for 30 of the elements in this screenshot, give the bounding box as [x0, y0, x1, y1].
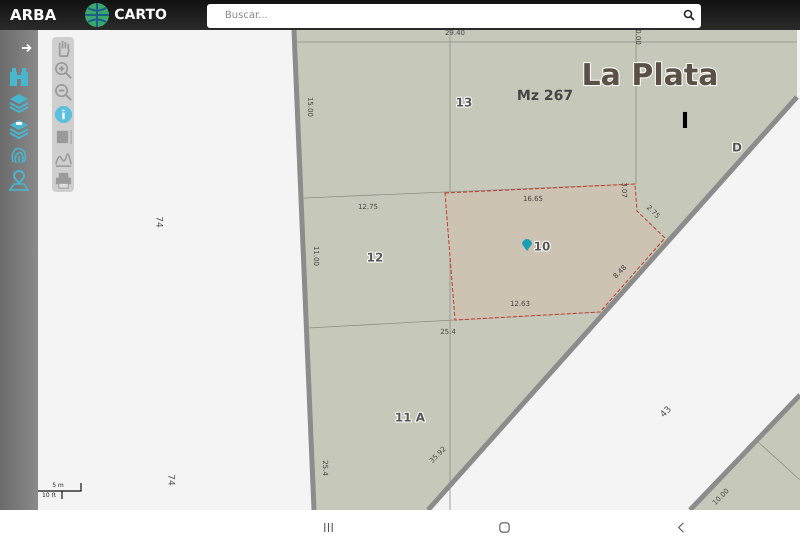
- layers-icon[interactable]: [8, 92, 30, 114]
- city-label: La Plata: [582, 58, 718, 94]
- street-number: 43: [658, 404, 674, 420]
- lot-number: 13: [456, 95, 472, 110]
- lot-number: 10: [534, 239, 550, 254]
- globe-logo-icon: [84, 2, 110, 28]
- layers-badge-icon[interactable]: [8, 118, 30, 140]
- location-pin-icon[interactable]: [522, 239, 532, 251]
- scale-bar: [38, 482, 82, 500]
- search-icon[interactable]: [682, 9, 695, 21]
- map-pin-icon[interactable]: [8, 170, 30, 192]
- info-icon[interactable]: [54, 105, 72, 124]
- zoom-out-icon[interactable]: [54, 83, 72, 102]
- home-icon[interactable]: [498, 520, 512, 534]
- search-field[interactable]: Buscar...: [206, 4, 701, 28]
- lot-number: D: [732, 140, 742, 154]
- brand-text: CARTO: [114, 7, 167, 23]
- street-number: 74: [166, 474, 176, 486]
- block-label: Mz 267: [516, 88, 574, 104]
- arrow-right-icon[interactable]: [21, 42, 33, 54]
- selected-parcel[interactable]: [444, 183, 666, 321]
- lot-number: 11 A: [394, 410, 426, 424]
- map-label: I: [680, 109, 690, 134]
- printer-icon[interactable]: [54, 171, 72, 190]
- logo-text: ARBA: [10, 6, 56, 24]
- lot-number: 12: [366, 250, 384, 264]
- recents-icon[interactable]: [322, 520, 335, 534]
- zoom-in-icon[interactable]: [54, 61, 72, 80]
- binoculars-icon[interactable]: [8, 66, 30, 88]
- street-number: 74: [154, 216, 164, 228]
